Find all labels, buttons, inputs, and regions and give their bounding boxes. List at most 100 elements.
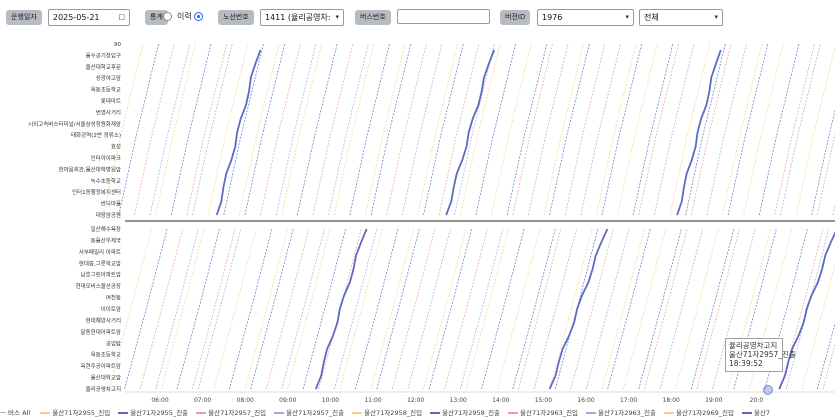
bus-number-input[interactable] xyxy=(397,9,490,24)
bus-trace xyxy=(811,109,835,216)
lower-stop-label: 여천동 xyxy=(106,294,121,302)
legend-item[interactable]: 울산71자2957_진출 xyxy=(274,409,344,418)
legend-item[interactable]: 울산71자2969_진입 xyxy=(663,409,734,418)
legend-item[interactable]: 울산71자2958_진입 xyxy=(352,409,422,418)
legend-swatch xyxy=(274,412,285,414)
calendar-icon[interactable]: □ xyxy=(118,10,125,25)
legend-label: 울산7 xyxy=(753,409,771,417)
upper-stop-label: 옥동초등학교 xyxy=(91,86,121,94)
filter-value: 전체 xyxy=(644,13,659,22)
bus-timetable-chart[interactable]: 90울수공기장입구울산대학교후문성광여고앞옥동초등학교롯데마트번영사거리시외고속… xyxy=(0,34,835,409)
legend-swatch xyxy=(508,412,519,414)
chevron-down-icon: ▾ xyxy=(714,13,718,21)
upper-stop-label: 태화강역(2번 정류소) xyxy=(71,131,121,139)
bus-trace xyxy=(417,43,458,216)
x-tick-label: 09:00 xyxy=(279,397,296,404)
bus-trace xyxy=(527,43,569,216)
legend-swatch xyxy=(741,412,752,414)
upper-stop-label: 인터1동행정복지센터 xyxy=(72,188,121,196)
legend-item[interactable]: 울산71자2958_진출 xyxy=(430,409,500,418)
upper-stop-label: 성광여고앞 xyxy=(96,74,121,82)
bus-trace xyxy=(518,228,562,390)
bus-trace xyxy=(607,228,651,390)
legend-swatch xyxy=(118,412,129,414)
hover-point xyxy=(763,385,773,395)
legend-item[interactable]: 울산71자2955_진입 xyxy=(40,409,110,418)
bus-trace xyxy=(238,43,280,216)
bus-trace xyxy=(595,43,637,216)
legend-item[interactable]: 울산71자2955_진출 xyxy=(118,409,188,418)
bus-number-label: 버스번호 xyxy=(355,10,391,25)
bus-trace xyxy=(459,43,501,216)
tooltip-stop: 율리공영차고지 xyxy=(729,341,778,350)
legend-all[interactable]: ㅡ 버스 All xyxy=(0,409,30,418)
legend-swatch xyxy=(586,412,596,414)
lower-stop-label: 옥현주공아파트앞 xyxy=(81,362,121,370)
lower-stop-label: 동울산우체국 xyxy=(91,236,121,244)
bus-trace xyxy=(275,43,317,216)
legend-swatch xyxy=(430,412,441,414)
legend-label: 울산71자2963_진입 xyxy=(520,409,578,417)
x-tick-label: 16:00 xyxy=(577,397,594,404)
legend-label: 울산71자2969_진입 xyxy=(675,409,734,417)
history-radio[interactable] xyxy=(194,12,203,21)
operation-date-input[interactable]: 2025-05-21 □ xyxy=(48,9,130,26)
version-id-select[interactable]: 1976 ▾ xyxy=(537,9,634,26)
bus-trace xyxy=(491,43,532,216)
highlight-bus-run[interactable] xyxy=(215,49,262,216)
legend-label: 울산71자2957_진입 xyxy=(208,409,267,417)
lower-stop-label: 공업탑 xyxy=(106,339,121,347)
history-label: 이력 xyxy=(177,12,192,21)
x-tick-label: 12:00 xyxy=(407,397,424,404)
bus-trace xyxy=(423,43,464,216)
stats-radio[interactable] xyxy=(163,12,172,21)
bus-trace xyxy=(365,43,406,216)
upper-stop-label: 90 xyxy=(114,42,121,48)
bus-trace xyxy=(244,43,286,216)
bus-trace xyxy=(349,43,390,216)
bus-trace xyxy=(197,228,242,390)
upper-stop-label: 반딕마을 xyxy=(101,200,121,208)
bus-trace xyxy=(454,43,495,216)
highlight-bus-run[interactable] xyxy=(778,229,835,390)
bus-trace xyxy=(192,43,233,216)
bus-trace xyxy=(512,43,553,216)
tooltip-series: 울산71자2957_진출 xyxy=(729,350,796,359)
legend-label: 울산71자2957_진출 xyxy=(286,409,345,417)
legend-item[interactable]: 울산71자2963_진입 xyxy=(508,409,578,418)
toolbar: 운행일자 2025-05-21 □ 통계 이력 노선번호 1411 (율리공영차… xyxy=(0,0,835,34)
route-number-select[interactable]: 1411 (율리공영차: ▾ xyxy=(260,9,344,26)
lower-stop-label: 옥동초등학교 xyxy=(91,351,121,359)
x-tick-label: 06:00 xyxy=(151,397,168,404)
bus-trace xyxy=(370,43,412,216)
legend-item[interactable]: 울산7 xyxy=(741,409,771,418)
upper-stop-label: 대왕암공원 xyxy=(96,211,121,219)
bus-trace xyxy=(506,43,548,216)
bus-trace xyxy=(743,43,784,216)
bus-trace xyxy=(758,43,800,216)
upper-stop-label: 시외고속버스터미널/서울삼성창원화재앞 xyxy=(28,120,121,128)
legend-swatch xyxy=(196,412,207,414)
highlight-bus-run[interactable] xyxy=(676,49,722,216)
legend-label: 울산71자2958_진출 xyxy=(442,409,501,417)
x-tick-label: 11:00 xyxy=(364,397,381,404)
bus-trace xyxy=(401,43,443,216)
bus-trace xyxy=(601,43,643,216)
legend-item[interactable]: 울산71자2963_진출 xyxy=(586,409,656,418)
bus-trace xyxy=(260,43,301,216)
highlight-bus-run[interactable] xyxy=(548,228,609,390)
legend-label: 울산71자2958_진입 xyxy=(364,409,423,417)
upper-stop-label: 롯데마트 xyxy=(101,97,121,105)
version-id-value: 1976 xyxy=(542,13,563,22)
lower-stop-label: 현대해양사거리 xyxy=(86,316,121,324)
bus-trace xyxy=(727,43,769,216)
x-tick-label: 20:0 xyxy=(750,397,764,404)
bus-trace xyxy=(465,228,509,390)
x-tick-label: 18:00 xyxy=(663,397,680,404)
lower-stop-label: 현대중,그릇학교앞 xyxy=(79,259,121,267)
upper-stop-label: 번영사거리 xyxy=(96,108,121,116)
filter-select[interactable]: 전체 ▾ xyxy=(639,9,723,26)
x-tick-label: 08:00 xyxy=(237,397,254,404)
bus-trace xyxy=(312,43,354,216)
legend-item[interactable]: 울산71자2957_진입 xyxy=(196,409,266,418)
